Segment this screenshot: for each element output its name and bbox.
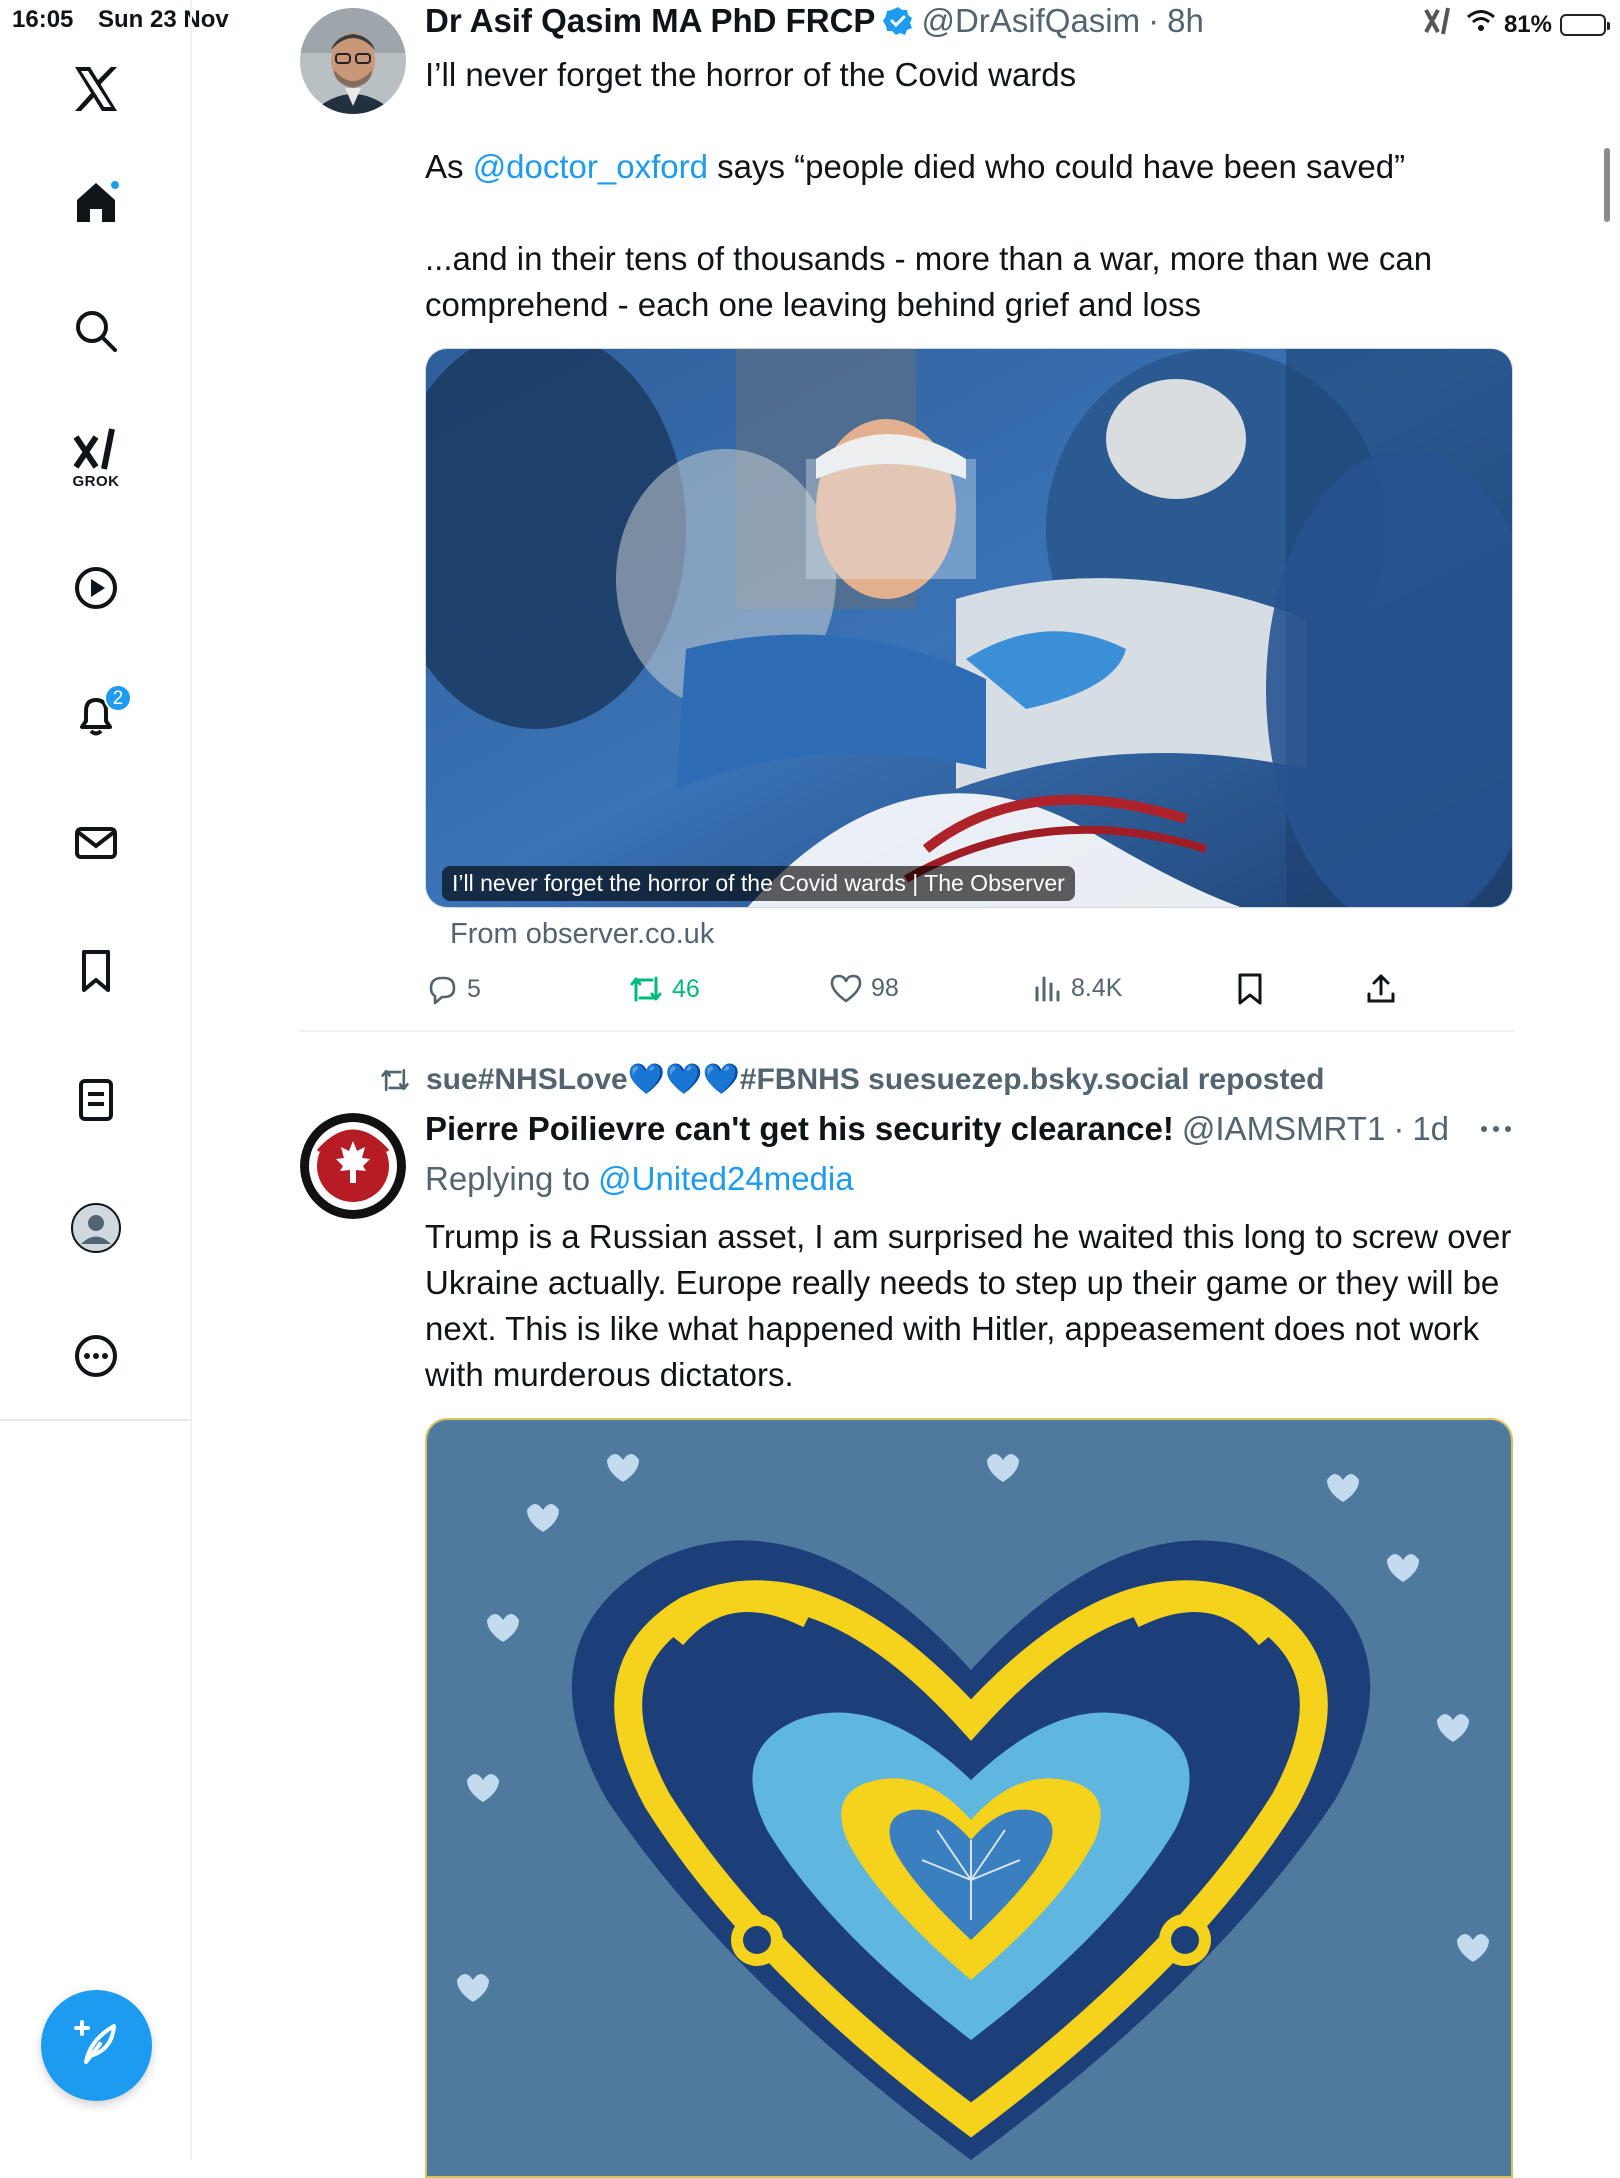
list-icon: [72, 1076, 120, 1124]
compose-quill-icon: [70, 2016, 124, 2075]
tweet1-dot: ·: [1148, 2, 1160, 39]
more-options-button[interactable]: [1478, 1122, 1514, 1141]
tweet2-handle[interactable]: @IAMSMRT1: [1182, 1110, 1385, 1148]
tweet-divider: [300, 1030, 1515, 1032]
reply-count: 5: [467, 974, 481, 1003]
reply-icon: [429, 976, 456, 1005]
tweet1-line3: ...and in their tens of thousands - more…: [425, 240, 1433, 323]
tweet1-line2: As @doctor_oxford says “people died who …: [425, 144, 1525, 190]
share-icon: [1367, 974, 1395, 1003]
grok-label: GROK: [72, 472, 120, 490]
sidebar-item-grok[interactable]: GROK: [61, 416, 131, 500]
sidebar-divider: [0, 1419, 192, 1421]
new-posts-dot: [109, 179, 121, 191]
tweet1-time[interactable]: 8h: [1167, 2, 1204, 40]
heart-icon: [830, 974, 862, 1003]
views-button[interactable]: 8.4K: [1033, 972, 1122, 1004]
profile-avatar-icon: [70, 1202, 122, 1254]
share-button[interactable]: [1365, 972, 1397, 1006]
ellipsis-icon: [1481, 1126, 1511, 1132]
tweet1-header: Dr Asif Qasim MA PhD FRCP @DrAsifQasim ·…: [425, 2, 1620, 40]
sidebar-item-search[interactable]: [61, 296, 131, 366]
tweet1-name-line: Dr Asif Qasim MA PhD FRCP @DrAsifQasim ·…: [425, 2, 1620, 40]
link-card-image[interactable]: I’ll never forget the horror of the Covi…: [425, 348, 1513, 908]
tweet2-body: Trump is a Russian asset, I am surprised…: [425, 1218, 1512, 1393]
repost-icon: [630, 976, 662, 1002]
sidebar-item-home[interactable]: [61, 167, 131, 237]
tweet2-name-line: Pierre Poilievre can't get his security …: [425, 1110, 1449, 1148]
more-circle-icon: [72, 1332, 120, 1380]
mail-icon: [72, 819, 120, 867]
mention-link[interactable]: @doctor_oxford: [473, 148, 708, 185]
tweet1-actions: 5 46 98 8.4K: [425, 972, 1425, 1018]
sidebar-item-bookmarks[interactable]: [61, 936, 131, 1006]
card-domain[interactable]: From observer.co.uk: [450, 918, 714, 951]
views-count: 8.4K: [1071, 973, 1123, 1002]
replying-to-link[interactable]: @United24media: [598, 1160, 853, 1198]
replying-label: Replying to: [425, 1160, 591, 1197]
sidebar: GROK 2: [0, 0, 192, 2160]
verified-badge-icon: [883, 6, 913, 36]
tweet1-display-name[interactable]: Dr Asif Qasim MA PhD FRCP: [425, 2, 875, 40]
views-chart-icon: [1035, 976, 1060, 1002]
sidebar-item-notifications[interactable]: 2: [61, 680, 132, 750]
reposted-by-text[interactable]: sue#NHSLove💙💙💙#FBNHS suesuezep.bsky.soci…: [426, 1062, 1324, 1097]
bookmark-icon: [72, 947, 120, 995]
notification-badge: 2: [104, 684, 132, 712]
sidebar-item-profile[interactable]: [61, 1193, 131, 1263]
repost-button[interactable]: 46: [628, 972, 700, 1006]
repost-count: 46: [672, 974, 700, 1003]
tweet2-dot: ·: [1393, 1110, 1405, 1147]
play-icon: [72, 564, 120, 612]
tweet1-line2-pre: As: [425, 148, 473, 185]
tweet1-avatar[interactable]: [300, 8, 406, 114]
tweet2-time[interactable]: 1d: [1412, 1110, 1449, 1148]
bookmark-icon: [1238, 973, 1262, 1005]
heart-artwork: [427, 1420, 1511, 2176]
reply-button[interactable]: 5: [425, 972, 481, 1006]
bookmark-button[interactable]: [1235, 972, 1265, 1006]
tweet1-handle[interactable]: @DrAsifQasim: [921, 2, 1140, 40]
tweet2-display-name[interactable]: Pierre Poilievre can't get his security …: [425, 1110, 1174, 1148]
repost-context: sue#NHSLove💙💙💙#FBNHS suesuezep.bsky.soci…: [378, 1062, 1324, 1097]
compose-button[interactable]: [41, 1990, 152, 2101]
ukraine-heart-image[interactable]: [425, 1418, 1513, 2178]
like-count: 98: [871, 973, 899, 1002]
replying-to-line: Replying to @United24media: [425, 1160, 854, 1198]
sidebar-item-more[interactable]: [61, 1321, 131, 1391]
sidebar-item-lists[interactable]: [61, 1065, 131, 1135]
tweet2-avatar[interactable]: [300, 1113, 406, 1219]
repost-context-icon: [381, 1068, 409, 1091]
tweet1-line2-post: says “people died who could have been sa…: [707, 148, 1406, 185]
grok-icon: [72, 427, 120, 471]
card-caption: I’ll never forget the horror of the Covi…: [442, 866, 1075, 901]
sidebar-item-messages[interactable]: [61, 808, 131, 878]
like-button[interactable]: 98: [829, 972, 899, 1004]
scrollbar[interactable]: [1604, 148, 1610, 222]
x-logo-icon[interactable]: [61, 54, 131, 124]
covid-ward-photo: [426, 349, 1512, 907]
tweet1-line1: I’ll never forget the horror of the Covi…: [425, 56, 1077, 93]
search-icon: [73, 308, 119, 354]
sidebar-item-videos[interactable]: [61, 553, 131, 623]
